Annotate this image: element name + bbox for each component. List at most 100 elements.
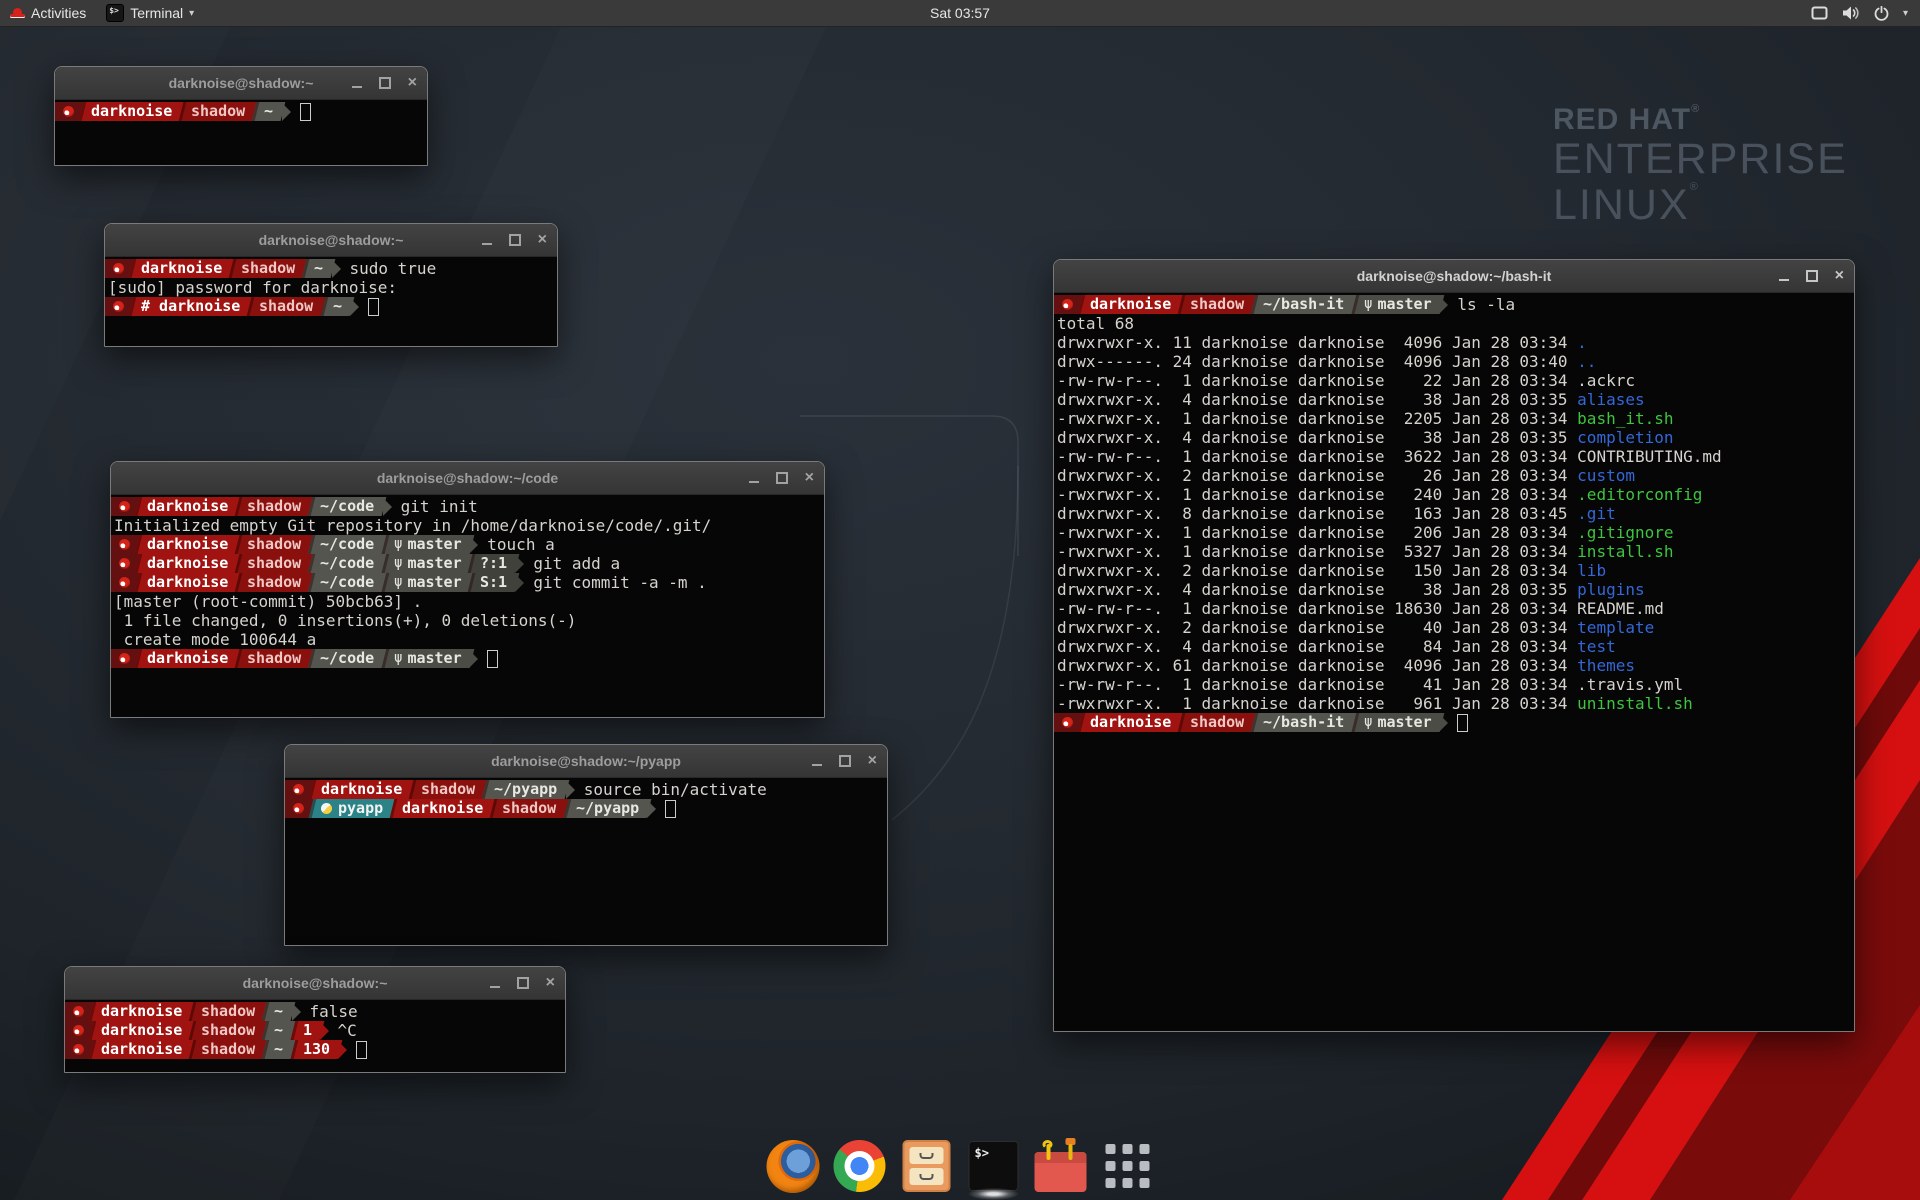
chevron-down-icon: ▾ <box>189 8 194 19</box>
window-controls: × <box>482 224 547 256</box>
output-line: total 68 <box>1054 314 1854 333</box>
system-status-area[interactable]: ▾ <box>1805 0 1914 26</box>
python-venv-icon <box>321 803 332 814</box>
prompt-line: darknoiseshadow~/codeψmaster?:1git add a <box>111 554 824 573</box>
file-list-row: -rw-rw-r--. 1 darknoise darknoise 18630 … <box>1054 599 1854 618</box>
window-titlebar[interactable]: darknoise@shadow:~× <box>65 967 565 1000</box>
window-titlebar[interactable]: darknoise@shadow:~/bash-it× <box>1054 260 1854 293</box>
file-list-columns: drwxrwxr-x. 4 darknoise darknoise 38 Jan… <box>1057 580 1577 599</box>
terminal-body[interactable]: darknoiseshadow~/bash-itψmasterls -latot… <box>1054 293 1854 1031</box>
clock[interactable]: Sat 03:57 <box>920 0 1000 26</box>
app-grid-icon <box>1106 1144 1150 1188</box>
maximize-button[interactable] <box>839 755 851 767</box>
terminal-body[interactable]: darknoiseshadow~/pyappsource bin/activat… <box>285 778 887 945</box>
maximize-button[interactable] <box>379 77 391 89</box>
close-button[interactable]: × <box>408 75 417 91</box>
terminal-icon: $> <box>969 1141 1019 1191</box>
prompt-segment-label: ~ <box>274 1002 283 1021</box>
prompt-segment-path: ~/code <box>308 573 387 592</box>
file-name: uninstall.sh <box>1577 694 1693 713</box>
window-titlebar[interactable]: darknoise@shadow:~/code× <box>111 462 824 495</box>
prompt-segment-label: 130 <box>303 1040 330 1059</box>
window-controls: × <box>352 67 417 99</box>
close-button[interactable]: × <box>546 975 555 991</box>
file-name: aliases <box>1577 390 1644 409</box>
prompt-segment-host: shadow <box>235 554 314 573</box>
prompt-segment-path: ~/code <box>308 554 387 573</box>
file-list-columns: -rwxrwxr-x. 1 darknoise darknoise 240 Ja… <box>1057 485 1577 504</box>
redhat-prompt-icon <box>119 539 130 550</box>
prompt-segment-label: ~ <box>264 102 273 121</box>
prompt-segment-label: shadow <box>241 259 295 278</box>
dock-item-firefox[interactable] <box>764 1137 822 1195</box>
terminal-window-pyapp: darknoise@shadow:~/pyapp×darknoiseshadow… <box>284 744 888 946</box>
prompt-segment-label: ~/pyapp <box>576 799 639 818</box>
output-line: 1 file changed, 0 insertions(+), 0 delet… <box>111 611 824 630</box>
prompt-segment-label: darknoise <box>147 649 228 668</box>
app-menu-button[interactable]: $> Terminal ▾ <box>96 0 204 26</box>
minimize-button[interactable] <box>352 86 362 88</box>
prompt-segment-gitst: S:1 <box>468 573 520 592</box>
prompt-line: darknoiseshadow~false <box>65 1002 565 1021</box>
file-manager-icon <box>903 1140 951 1192</box>
minimize-button[interactable] <box>749 481 759 483</box>
file-list-row: -rwxrwxr-x. 1 darknoise darknoise 240 Ja… <box>1054 485 1854 504</box>
minimize-button[interactable] <box>812 764 822 766</box>
file-name: test <box>1577 637 1616 656</box>
maximize-button[interactable] <box>776 472 788 484</box>
minimize-button[interactable] <box>490 986 500 988</box>
redhat-prompt-icon <box>73 1025 84 1036</box>
activities-button[interactable]: Activities <box>0 0 96 26</box>
prompt-segment-label: shadow <box>1190 713 1244 732</box>
file-list-columns: -rwxrwxr-x. 1 darknoise darknoise 2205 J… <box>1057 409 1577 428</box>
command-text: ls -la <box>1448 295 1515 314</box>
prompt-segment-label: shadow <box>247 497 301 516</box>
command-text: git init <box>392 497 478 516</box>
maximize-button[interactable] <box>509 234 521 246</box>
output-line: Initialized empty Git repository in /hom… <box>111 516 824 535</box>
dock-item-appgrid[interactable] <box>1099 1137 1157 1195</box>
prompt-segment-path: ~ <box>302 259 336 278</box>
prompt-line: darknoiseshadow~sudo true <box>105 259 557 278</box>
file-list-columns: -rw-rw-r--. 1 darknoise darknoise 3622 J… <box>1057 447 1577 466</box>
minimize-button[interactable] <box>1779 279 1789 281</box>
file-name: .. <box>1577 352 1596 371</box>
prompt-segment-venv: pyapp <box>309 799 396 818</box>
terminal-body[interactable]: darknoiseshadow~ <box>55 100 427 165</box>
prompt-line: darknoiseshadow~/codegit init <box>111 497 824 516</box>
window-titlebar[interactable]: darknoise@shadow:~ × <box>105 224 557 257</box>
prompt-segment-host: shadow <box>189 1002 268 1021</box>
file-list-row: -rwxrwxr-x. 1 darknoise darknoise 206 Ja… <box>1054 523 1854 542</box>
file-name: .gitignore <box>1577 523 1673 542</box>
window-controls: × <box>1779 260 1844 292</box>
terminal-window-code: darknoise@shadow:~/code×darknoiseshadow~… <box>110 461 825 718</box>
close-button[interactable]: × <box>1835 268 1844 284</box>
command-text: source bin/activate <box>575 780 767 799</box>
terminal-body[interactable]: darknoiseshadow~falsedarknoiseshadow~1^C… <box>65 1000 565 1072</box>
terminal-window-bashit: darknoise@shadow:~/bash-it×darknoiseshad… <box>1053 259 1855 1032</box>
window-titlebar[interactable]: darknoise@shadow:~× <box>55 67 427 100</box>
dock-item-chrome[interactable] <box>831 1137 889 1195</box>
close-button[interactable]: × <box>805 470 814 486</box>
prompt-segment-label: shadow <box>502 799 556 818</box>
prompt-segment-user: darknoise <box>79 102 185 121</box>
window-title: darknoise@shadow:~ <box>259 232 404 248</box>
window-titlebar[interactable]: darknoise@shadow:~/pyapp× <box>285 745 887 778</box>
dock-item-files[interactable] <box>898 1137 956 1195</box>
terminal-body[interactable]: darknoiseshadow~/codegit initInitialized… <box>111 495 824 717</box>
prompt-line: darknoiseshadow~1^C <box>65 1021 565 1040</box>
dock-item-terminal[interactable]: $> <box>965 1137 1023 1195</box>
git-branch-icon: ψ <box>394 573 402 592</box>
close-button[interactable]: × <box>538 232 547 248</box>
terminal-cursor <box>487 650 498 668</box>
prompt-segment-exit: 130 <box>290 1040 342 1059</box>
terminal-body[interactable]: darknoiseshadow~sudo true[sudo] password… <box>105 257 557 346</box>
minimize-button[interactable] <box>482 243 492 245</box>
terminal-cursor <box>356 1041 367 1059</box>
close-button[interactable]: × <box>868 753 877 769</box>
maximize-button[interactable] <box>1806 270 1818 282</box>
maximize-button[interactable] <box>517 977 529 989</box>
prompt-segment-user: darknoise <box>89 1040 195 1059</box>
dock-item-toolbox[interactable] <box>1032 1137 1090 1195</box>
file-name: template <box>1577 618 1654 637</box>
